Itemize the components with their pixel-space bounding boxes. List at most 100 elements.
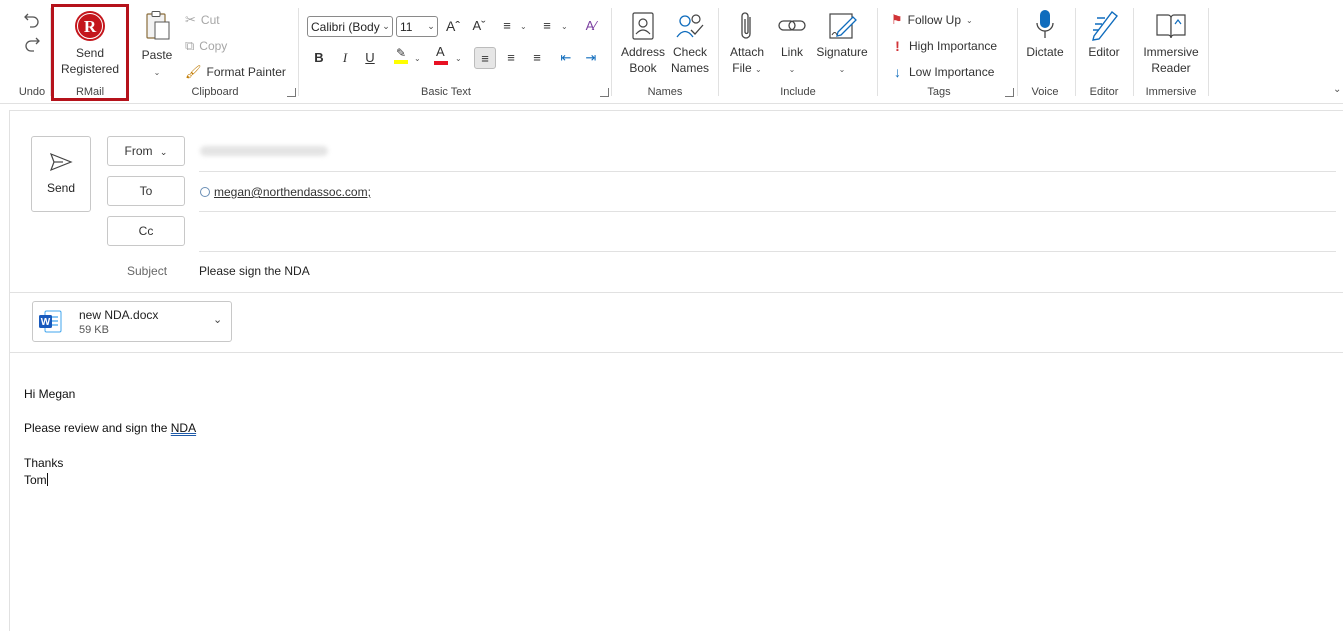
subject-label: Subject xyxy=(127,264,168,278)
subject-input[interactable]: Please sign the NDA xyxy=(199,264,310,278)
chevron-down-icon[interactable]: ⌄ xyxy=(561,22,568,31)
redo-button[interactable] xyxy=(22,34,42,54)
follow-up-label: Follow Up xyxy=(907,13,962,27)
high-importance-label: High Importance xyxy=(909,39,998,53)
decrease-indent-button[interactable]: ⇤ xyxy=(555,47,577,69)
font-family-select[interactable]: Calibri (Body ⌄ xyxy=(307,16,393,37)
from-button[interactable]: From ⌄ xyxy=(107,136,185,166)
low-importance-button[interactable]: ↓ Low Importance xyxy=(891,64,994,80)
attachment-card[interactable]: W new NDA.docx 59 KB ⌄ xyxy=(32,301,232,342)
cc-button[interactable]: Cc xyxy=(107,216,185,246)
attachment-filename: new NDA.docx xyxy=(79,308,159,322)
grow-font-button[interactable]: Aˆ xyxy=(442,15,464,37)
high-importance-button[interactable]: ! High Importance xyxy=(891,38,997,54)
clear-formatting-button[interactable]: A⁄ xyxy=(580,15,602,37)
shrink-font-button[interactable]: Aˇ xyxy=(468,15,490,37)
tags-dialog-launcher-icon[interactable] xyxy=(1005,88,1014,97)
to-recipient-address: megan@northendassoc.com; xyxy=(214,185,371,199)
rmail-logo-icon: R xyxy=(75,11,105,41)
chevron-down-icon: ⌄ xyxy=(382,21,390,31)
attachment-size: 59 KB xyxy=(79,324,109,336)
italic-button[interactable]: I xyxy=(334,47,356,69)
editor-pen-icon xyxy=(1092,11,1118,41)
align-right-button[interactable]: ≡ xyxy=(526,47,548,69)
microphone-icon xyxy=(1036,10,1054,38)
divider xyxy=(718,8,719,96)
underline-button[interactable]: U xyxy=(359,47,381,69)
chevron-down-icon: ⌄ xyxy=(788,65,796,74)
divider xyxy=(1075,8,1076,96)
link-button[interactable]: Link ⌄ xyxy=(772,8,812,78)
font-family-value: Calibri (Body xyxy=(311,19,380,34)
from-address-blurred xyxy=(200,146,328,156)
editor-button[interactable]: Editor xyxy=(1081,8,1127,60)
chevron-down-icon[interactable]: ⌄ xyxy=(414,54,421,63)
immersive-reader-button[interactable]: Immersive Reader xyxy=(1138,8,1204,76)
highlight-button[interactable]: ✎ xyxy=(390,47,412,69)
bullets-button[interactable]: ≡ xyxy=(496,15,518,37)
increase-indent-button[interactable]: ⇥ xyxy=(580,47,602,69)
divider xyxy=(10,292,1343,293)
check-names-button[interactable]: Check Names xyxy=(668,8,712,76)
ribbon-collapse-chevron-icon[interactable]: ⌄ xyxy=(1333,84,1341,95)
include-group-label: Include xyxy=(780,86,816,98)
bold-button[interactable]: B xyxy=(308,47,330,69)
address-book-icon xyxy=(632,12,654,40)
to-recipient-chip[interactable]: megan@northendassoc.com; xyxy=(200,185,371,199)
attach-file-button[interactable]: Attach File ⌄ xyxy=(726,8,768,78)
scissors-icon: ✂ xyxy=(185,12,196,27)
clipboard-dialog-launcher-icon[interactable] xyxy=(287,88,296,97)
send-button[interactable]: Send xyxy=(31,136,91,212)
clipboard-group-label: Clipboard xyxy=(191,86,239,98)
numbered-list-icon: ≡ xyxy=(543,18,551,33)
signature-icon xyxy=(829,13,857,39)
address-book-line1: Address xyxy=(620,45,666,59)
svg-text:W: W xyxy=(41,317,51,328)
high-importance-icon: ! xyxy=(895,38,900,54)
numbering-button[interactable]: ≡ xyxy=(536,15,558,37)
dictate-button[interactable]: Dictate xyxy=(1022,8,1068,60)
align-left-icon: ≡ xyxy=(481,51,489,66)
link-icon xyxy=(778,20,806,31)
body-name: Tom xyxy=(24,473,47,487)
chevron-down-icon: ⌄ xyxy=(159,147,168,157)
paste-button[interactable]: Paste ⌄ xyxy=(138,10,176,81)
follow-up-button[interactable]: ⚑ Follow Up ⌄ xyxy=(891,12,973,28)
address-book-button[interactable]: Address Book xyxy=(620,8,666,76)
font-size-select[interactable]: 11 ⌄ xyxy=(396,16,438,37)
cc-input[interactable] xyxy=(199,216,1336,246)
basic-text-dialog-launcher-icon[interactable] xyxy=(600,88,609,97)
underline-icon: U xyxy=(365,50,375,65)
copy-button[interactable]: ⧉ Copy xyxy=(185,38,227,54)
check-names-line1: Check xyxy=(672,45,707,59)
body-line1: Please review and sign the NDA xyxy=(24,421,196,435)
divider xyxy=(1208,8,1209,96)
send-registered-button[interactable]: R Send Registered xyxy=(56,10,124,77)
format-painter-button[interactable]: 🖌 Format Painter xyxy=(185,64,286,80)
editor-group-label: Editor xyxy=(1089,86,1119,98)
low-importance-arrow-icon: ↓ xyxy=(894,64,901,80)
signature-button[interactable]: Signature ⌄ xyxy=(815,8,869,78)
send-registered-line2: Registered xyxy=(60,62,120,76)
cut-button[interactable]: ✂ Cut xyxy=(185,12,220,28)
svg-text:R: R xyxy=(84,17,97,36)
align-center-button[interactable]: ≡ xyxy=(500,47,522,69)
chevron-down-icon: ⌄ xyxy=(427,21,435,31)
link-label: Link xyxy=(780,45,803,59)
divider xyxy=(298,8,299,96)
undo-button[interactable] xyxy=(22,10,42,30)
chevron-down-icon: ⌄ xyxy=(153,68,161,77)
to-button[interactable]: To xyxy=(107,176,185,206)
align-left-button[interactable]: ≡ xyxy=(474,47,496,69)
basic-text-group-label: Basic Text xyxy=(421,86,471,98)
chevron-down-icon[interactable]: ⌄ xyxy=(520,22,527,31)
format-painter-label: Format Painter xyxy=(206,65,286,79)
chevron-down-icon[interactable]: ⌄ xyxy=(455,54,462,63)
compose-pane: Send From ⌄ To megan@northendassoc.com; … xyxy=(9,110,1343,631)
message-body[interactable]: Hi Megan Please review and sign the NDA … xyxy=(10,353,1343,631)
align-center-icon: ≡ xyxy=(507,50,515,65)
attachment-menu-chevron-icon[interactable]: ⌄ xyxy=(213,313,222,326)
font-color-button[interactable]: A xyxy=(430,45,452,69)
copy-icon: ⧉ xyxy=(185,38,195,53)
shrink-font-icon: Aˇ xyxy=(472,18,486,33)
